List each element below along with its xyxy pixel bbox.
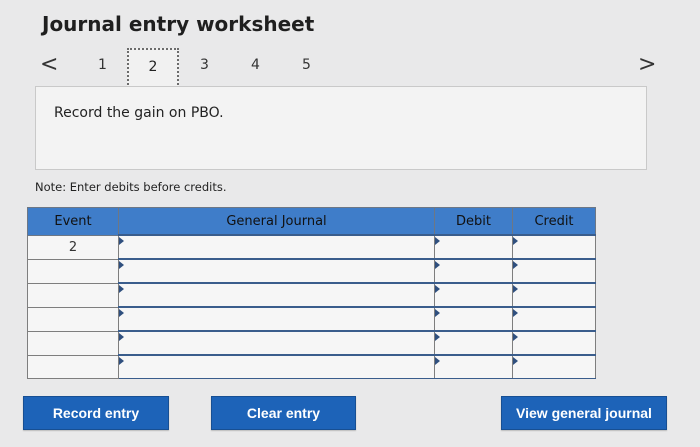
account-input[interactable] (118, 282, 435, 308)
page-5-link[interactable]: 5 (302, 57, 311, 73)
table-row: 2 (27, 234, 596, 260)
page-4-link[interactable]: 4 (251, 57, 260, 73)
event-cell (27, 282, 119, 308)
dropdown-marker-icon (513, 285, 518, 293)
dropdown-marker-icon (119, 285, 124, 293)
dropdown-marker-icon (435, 237, 440, 245)
event-cell: 2 (27, 234, 119, 260)
credit-input[interactable] (512, 234, 596, 260)
table-row (27, 330, 596, 356)
view-general-journal-button[interactable]: View general journal (501, 396, 667, 430)
event-cell (27, 354, 119, 379)
dropdown-marker-icon (119, 237, 124, 245)
column-header-general-journal: General Journal (118, 207, 435, 236)
dropdown-marker-icon (119, 333, 124, 341)
debit-input[interactable] (434, 282, 513, 308)
account-input[interactable] (118, 330, 435, 356)
dropdown-marker-icon (513, 261, 518, 269)
column-header-credit: Credit (512, 207, 596, 236)
page-1-link[interactable]: 1 (98, 57, 107, 73)
table-row (27, 354, 596, 379)
event-cell (27, 306, 119, 332)
note-text: Note: Enter debits before credits. (35, 180, 227, 194)
dropdown-marker-icon (435, 333, 440, 341)
debit-input[interactable] (434, 306, 513, 332)
table-row (27, 306, 596, 332)
dropdown-marker-icon (513, 309, 518, 317)
credit-input[interactable] (512, 258, 596, 284)
account-input[interactable] (118, 306, 435, 332)
dropdown-marker-icon (119, 309, 124, 317)
event-cell (27, 258, 119, 284)
credit-input[interactable] (512, 306, 596, 332)
journal-table: Event General Journal Debit Credit 2 (27, 207, 596, 379)
dropdown-marker-icon (513, 237, 518, 245)
instruction-text: Record the gain on PBO. (54, 105, 224, 121)
dropdown-marker-icon (513, 357, 518, 365)
debit-input[interactable] (434, 234, 513, 260)
dropdown-marker-icon (513, 333, 518, 341)
dropdown-marker-icon (435, 309, 440, 317)
account-input[interactable] (118, 234, 435, 260)
dropdown-marker-icon (435, 261, 440, 269)
journal-header-row: Event General Journal Debit Credit (27, 207, 596, 236)
column-header-debit: Debit (434, 207, 513, 236)
instruction-box: Record the gain on PBO. (35, 86, 647, 170)
dropdown-marker-icon (435, 285, 440, 293)
chevron-right-icon[interactable]: > (638, 52, 656, 77)
table-row (27, 282, 596, 308)
dropdown-marker-icon (435, 357, 440, 365)
table-row (27, 258, 596, 284)
chevron-left-icon[interactable]: < (40, 52, 58, 77)
record-entry-button[interactable]: Record entry (23, 396, 169, 430)
account-input[interactable] (118, 258, 435, 284)
dropdown-marker-icon (119, 357, 124, 365)
entry-pager: < 1 2 3 4 5 > (0, 48, 700, 88)
dropdown-marker-icon (119, 261, 124, 269)
page-2-current[interactable]: 2 (127, 48, 179, 88)
credit-input[interactable] (512, 282, 596, 308)
page-title: Journal entry worksheet (42, 12, 315, 36)
debit-input[interactable] (434, 330, 513, 356)
credit-input[interactable] (512, 354, 596, 379)
credit-input[interactable] (512, 330, 596, 356)
page-3-link[interactable]: 3 (200, 57, 209, 73)
debit-input[interactable] (434, 354, 513, 379)
page-2-label: 2 (148, 59, 158, 75)
debit-input[interactable] (434, 258, 513, 284)
account-input[interactable] (118, 354, 435, 379)
event-cell (27, 330, 119, 356)
clear-entry-button[interactable]: Clear entry (211, 396, 356, 430)
column-header-event: Event (27, 207, 119, 236)
